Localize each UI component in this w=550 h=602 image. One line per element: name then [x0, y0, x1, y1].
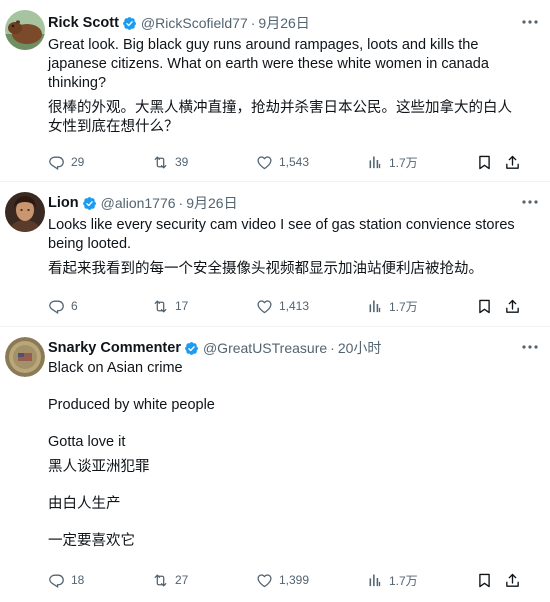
tweet-text-line: 看起来我看到的每一个安全摄像头视频都显示加油站便利店被抢劫。	[48, 261, 483, 277]
avatar[interactable]	[5, 10, 45, 50]
reply-count: 6	[71, 299, 78, 313]
avatar[interactable]	[5, 192, 45, 232]
tweet-actions: 6 17 1,413 1.7万	[48, 296, 536, 316]
avatar[interactable]	[5, 337, 45, 377]
tweet-text-line: Great look. Big black guy runs around ra…	[48, 37, 489, 91]
share-button[interactable]	[504, 154, 524, 171]
like-button[interactable]: 1,399	[256, 572, 366, 589]
tweet-text-line: 由白人生产	[48, 496, 121, 512]
tweet-text-line: 很棒的外观。大黑人横冲直撞，抢劫并杀害日本公民。这些加拿大的白人女性到底在想什么…	[48, 100, 512, 135]
tweet-header: Snarky Commenter @GreatUSTreasure · 20小时	[48, 338, 540, 358]
retweet-count: 27	[175, 573, 189, 587]
reply-icon	[48, 572, 65, 589]
reply-icon	[48, 298, 65, 315]
reply-count: 18	[71, 573, 85, 587]
retweet-icon	[152, 298, 169, 315]
tweet-actions: 29 39 1,543 1.7万	[48, 152, 536, 172]
retweet-icon	[152, 154, 169, 171]
bookmark-icon	[476, 298, 493, 315]
display-name[interactable]: Snarky Commenter	[48, 340, 181, 356]
views-icon	[366, 154, 383, 171]
portrait-avatar-image	[5, 192, 45, 232]
views-icon	[366, 572, 383, 589]
tweet-text-line: Gotta love it	[48, 434, 126, 450]
retweet-count: 17	[175, 299, 189, 313]
tweet-text-line: Produced by white people	[48, 397, 215, 413]
timestamp[interactable]: 20小时	[338, 338, 382, 358]
tweet-actions: 18 27 1,399 1.7万	[48, 570, 536, 590]
tweet-rick-scott[interactable]: Rick Scott @RickScofield77 · 9月26日 Great…	[0, 0, 550, 182]
more-icon[interactable]	[520, 14, 540, 30]
tweet-text: Looks like every security cam video I se…	[48, 216, 520, 279]
bookmark-button[interactable]	[476, 572, 504, 589]
bookmark-button[interactable]	[476, 298, 504, 315]
retweet-icon	[152, 572, 169, 589]
tweet-snarky-commenter[interactable]: Snarky Commenter @GreatUSTreasure · 20小时…	[0, 327, 550, 602]
display-name[interactable]: Rick Scott	[48, 15, 119, 31]
share-button[interactable]	[504, 572, 524, 589]
view-count: 1.7万	[389, 573, 418, 588]
like-button[interactable]: 1,413	[256, 298, 366, 315]
views-button[interactable]: 1.7万	[366, 572, 476, 589]
verified-badge-icon	[122, 16, 137, 31]
tweet-header: Rick Scott @RickScofield77 · 9月26日	[48, 13, 540, 33]
separator-dot: ·	[330, 340, 335, 356]
display-name[interactable]: Lion	[48, 195, 79, 211]
more-icon[interactable]	[520, 194, 540, 210]
bookmark-button[interactable]	[476, 154, 504, 171]
capybara-avatar-image	[5, 10, 45, 50]
reply-button[interactable]: 6	[48, 298, 152, 315]
reply-count: 29	[71, 155, 85, 169]
more-icon[interactable]	[520, 339, 540, 355]
like-icon	[256, 154, 273, 171]
verified-badge-icon	[184, 341, 199, 356]
user-handle[interactable]: @alion1776	[101, 195, 176, 211]
retweet-button[interactable]: 17	[152, 298, 256, 315]
tweet-feed: Rick Scott @RickScofield77 · 9月26日 Great…	[0, 0, 550, 602]
share-icon	[504, 154, 521, 171]
retweet-button[interactable]: 27	[152, 572, 256, 589]
share-icon	[504, 298, 521, 315]
tweet-lion[interactable]: Lion @alion1776 · 9月26日 Looks like every…	[0, 182, 550, 327]
views-button[interactable]: 1.7万	[366, 154, 476, 171]
tweet-text-line: Black on Asian crime	[48, 360, 183, 376]
tweet-text: Great look. Big black guy runs around ra…	[48, 36, 520, 137]
views-button[interactable]: 1.7万	[366, 298, 476, 315]
separator-dot: ·	[250, 15, 256, 31]
view-count: 1.7万	[389, 299, 418, 314]
reply-button[interactable]: 18	[48, 572, 152, 589]
tweet-header: Lion @alion1776 · 9月26日	[48, 193, 540, 213]
tweet-text: Black on Asian crime Produced by white p…	[48, 359, 520, 551]
tweet-text-line: Looks like every security cam video I se…	[48, 217, 515, 252]
share-button[interactable]	[504, 298, 524, 315]
like-button[interactable]: 1,543	[256, 154, 366, 171]
bookmark-icon	[476, 154, 493, 171]
share-icon	[504, 572, 521, 589]
user-handle[interactable]: @RickScofield77	[141, 15, 248, 31]
views-icon	[366, 298, 383, 315]
like-icon	[256, 298, 273, 315]
coin-avatar-image	[5, 337, 45, 377]
tweet-text-line: 一定要喜欢它	[48, 533, 135, 549]
like-count: 1,543	[279, 155, 310, 169]
separator-dot: ·	[178, 195, 184, 211]
like-count: 1,413	[279, 299, 310, 313]
reply-button[interactable]: 29	[48, 154, 152, 171]
view-count: 1.7万	[389, 155, 418, 170]
retweet-count: 39	[175, 155, 189, 169]
retweet-button[interactable]: 39	[152, 154, 256, 171]
like-icon	[256, 572, 273, 589]
verified-badge-icon	[82, 196, 97, 211]
bookmark-icon	[476, 572, 493, 589]
like-count: 1,399	[279, 573, 310, 587]
user-handle[interactable]: @GreatUSTreasure	[203, 340, 327, 356]
timestamp[interactable]: 9月26日	[186, 193, 237, 213]
reply-icon	[48, 154, 65, 171]
timestamp[interactable]: 9月26日	[258, 13, 309, 33]
tweet-text-line: 黑人谈亚洲犯罪	[48, 459, 150, 475]
